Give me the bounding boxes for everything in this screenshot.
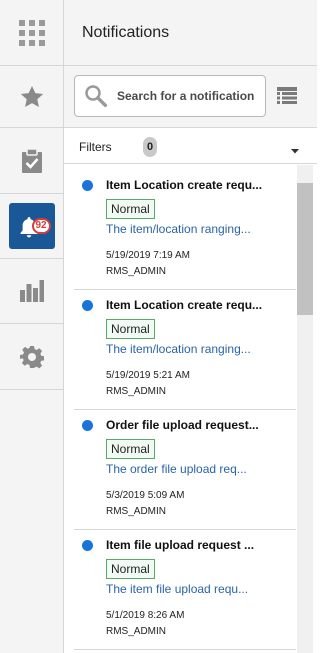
notification-title: Item Location create requ...	[106, 178, 263, 192]
clipboard-check-icon	[21, 147, 43, 174]
notification-title: Order file upload request...	[106, 418, 259, 432]
divider	[74, 649, 296, 650]
search-icon	[83, 83, 109, 109]
rail-item-apps[interactable]	[0, 0, 63, 66]
notifications-tile: 92	[8, 203, 55, 249]
notification-date: 5/3/2019 5:09 AM	[106, 490, 185, 501]
notification-title: Item file upload request ...	[106, 538, 255, 552]
panel-header: Notifications	[64, 0, 317, 66]
rail-item-reports[interactable]	[0, 259, 63, 324]
notification-user: RMS_ADMIN	[106, 266, 167, 277]
navigation-rail: 92	[0, 0, 64, 653]
notification-user: RMS_ADMIN	[106, 386, 167, 397]
panel-title: Notifications	[82, 24, 170, 41]
notification-user: RMS_ADMIN	[106, 506, 167, 517]
filters-count-badge: 0	[143, 137, 157, 157]
notification-description-link[interactable]: The order file upload req...	[106, 462, 271, 476]
scrollbar-thumb[interactable]	[297, 183, 313, 315]
notification-description-link[interactable]: The item/location ranging...	[106, 222, 271, 236]
priority-badge: Normal	[106, 439, 155, 459]
notification-card[interactable]: Order file upload request... Normal The …	[64, 405, 296, 525]
priority-badge: Normal	[106, 319, 155, 339]
notification-card[interactable]: Item file upload request ... Normal The …	[64, 525, 296, 645]
star-icon	[19, 84, 45, 110]
notification-count-badge: 92	[31, 218, 51, 234]
notification-description-link[interactable]: The item file upload requ...	[106, 582, 271, 596]
priority-badge: Normal	[106, 199, 155, 219]
unread-indicator	[82, 540, 93, 551]
filters-label: Filters	[79, 140, 112, 154]
rail-item-settings[interactable]	[0, 324, 63, 390]
notification-card[interactable]: Item Location create requ... Normal The …	[64, 165, 296, 285]
bar-chart-icon	[19, 280, 44, 302]
chevron-down-icon[interactable]	[290, 142, 300, 154]
rail-item-tasks[interactable]	[0, 128, 63, 194]
gear-icon	[19, 345, 44, 369]
notification-date: 5/19/2019 7:19 AM	[106, 250, 190, 261]
notification-date: 5/1/2019 8:26 AM	[106, 610, 185, 621]
unread-indicator	[82, 420, 93, 431]
notification-user: RMS_ADMIN	[106, 626, 167, 637]
filters-row[interactable]: Filters 0	[64, 128, 317, 164]
priority-badge: Normal	[106, 559, 155, 579]
notification-description-link[interactable]: The item/location ranging...	[106, 342, 271, 356]
notifications-panel: Notifications Filters	[64, 0, 317, 653]
search-input[interactable]	[117, 89, 257, 103]
notification-card[interactable]: Item Location create requ... Normal The …	[64, 285, 296, 405]
grid-icon	[18, 19, 45, 46]
unread-indicator	[82, 300, 93, 311]
search-row	[64, 66, 317, 128]
scrollbar[interactable]	[297, 165, 313, 653]
notification-list: Item Location create requ... Normal The …	[64, 165, 317, 653]
unread-indicator	[82, 180, 93, 191]
list-view-icon[interactable]	[277, 86, 299, 106]
rail-item-notifications[interactable]: 92	[0, 194, 63, 259]
rail-item-favorites[interactable]	[0, 66, 63, 128]
search-box[interactable]	[74, 75, 266, 117]
notification-date: 5/19/2019 5:21 AM	[106, 370, 190, 381]
notification-title: Item Location create requ...	[106, 298, 263, 312]
